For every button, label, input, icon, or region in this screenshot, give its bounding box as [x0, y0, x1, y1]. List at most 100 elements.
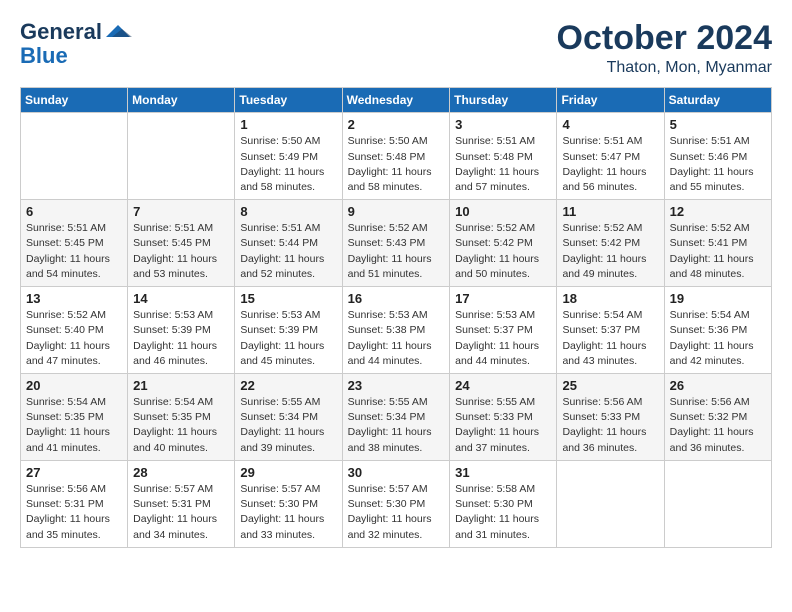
col-header-tuesday: Tuesday	[235, 88, 342, 113]
day-number: 3	[455, 117, 551, 132]
calendar-cell: 18 Sunrise: 5:54 AM Sunset: 5:37 PM Dayli…	[557, 287, 664, 374]
calendar-cell: 12Sunrise: 5:52 AM Sunset: 5:41 PM Dayli…	[664, 200, 771, 287]
title-area: October 2024 Thaton, Mon, Myanmar	[557, 20, 772, 77]
calendar-table: SundayMondayTuesdayWednesdayThursdayFrid…	[20, 87, 772, 547]
day-number: 25	[562, 378, 658, 393]
calendar-cell: 3 Sunrise: 5:51 AM Sunset: 5:48 PM Daylig…	[450, 113, 557, 200]
logo-blue-text: Blue	[20, 44, 68, 68]
col-header-thursday: Thursday	[450, 88, 557, 113]
day-info: Sunrise: 5:53 AM Sunset: 5:38 PM Dayligh…	[348, 308, 445, 369]
day-info: Sunrise: 5:53 AM Sunset: 5:39 PM Dayligh…	[240, 308, 336, 369]
day-info: Sunrise: 5:50 AM Sunset: 5:49 PM Dayligh…	[240, 134, 336, 195]
col-header-monday: Monday	[128, 88, 235, 113]
col-header-wednesday: Wednesday	[342, 88, 450, 113]
day-info: Sunrise: 5:55 AM Sunset: 5:34 PM Dayligh…	[348, 395, 445, 456]
day-number: 17	[455, 291, 551, 306]
day-number: 24	[455, 378, 551, 393]
day-info: Sunrise: 5:51 AM Sunset: 5:47 PM Dayligh…	[562, 134, 658, 195]
calendar-cell: 8 Sunrise: 5:51 AM Sunset: 5:44 PM Daylig…	[235, 200, 342, 287]
calendar-cell: 22 Sunrise: 5:55 AM Sunset: 5:34 PM Dayli…	[235, 374, 342, 461]
calendar-cell: 7 Sunrise: 5:51 AM Sunset: 5:45 PM Daylig…	[128, 200, 235, 287]
day-info: Sunrise: 5:57 AM Sunset: 5:31 PM Dayligh…	[133, 482, 229, 543]
day-number: 26	[670, 378, 766, 393]
day-info: Sunrise: 5:51 AM Sunset: 5:45 PM Dayligh…	[133, 221, 229, 282]
day-info: Sunrise: 5:55 AM Sunset: 5:34 PM Dayligh…	[240, 395, 336, 456]
day-number: 9	[348, 204, 445, 219]
calendar-cell: 29 Sunrise: 5:57 AM Sunset: 5:30 PM Dayli…	[235, 460, 342, 547]
day-number: 10	[455, 204, 551, 219]
calendar-cell: 10 Sunrise: 5:52 AM Sunset: 5:42 PM Dayli…	[450, 200, 557, 287]
day-info: Sunrise: 5:54 AM Sunset: 5:36 PM Dayligh…	[670, 308, 766, 369]
day-info: Sunrise: 5:50 AM Sunset: 5:48 PM Dayligh…	[348, 134, 445, 195]
day-number: 16	[348, 291, 445, 306]
calendar-cell: 19 Sunrise: 5:54 AM Sunset: 5:36 PM Dayli…	[664, 287, 771, 374]
day-number: 18	[562, 291, 658, 306]
calendar-cell: 15 Sunrise: 5:53 AM Sunset: 5:39 PM Dayli…	[235, 287, 342, 374]
day-number: 8	[240, 204, 336, 219]
calendar-cell: 2Sunrise: 5:50 AM Sunset: 5:48 PM Daylig…	[342, 113, 450, 200]
calendar-cell: 20 Sunrise: 5:54 AM Sunset: 5:35 PM Dayli…	[21, 374, 128, 461]
day-number: 6	[26, 204, 122, 219]
calendar-cell: 9 Sunrise: 5:52 AM Sunset: 5:43 PM Daylig…	[342, 200, 450, 287]
calendar-cell: 5 Sunrise: 5:51 AM Sunset: 5:46 PM Daylig…	[664, 113, 771, 200]
day-info: Sunrise: 5:52 AM Sunset: 5:42 PM Dayligh…	[455, 221, 551, 282]
calendar-cell: 6 Sunrise: 5:51 AM Sunset: 5:45 PM Daylig…	[21, 200, 128, 287]
day-info: Sunrise: 5:51 AM Sunset: 5:48 PM Dayligh…	[455, 134, 551, 195]
calendar-cell: 27 Sunrise: 5:56 AM Sunset: 5:31 PM Dayli…	[21, 460, 128, 547]
day-info: Sunrise: 5:58 AM Sunset: 5:30 PM Dayligh…	[455, 482, 551, 543]
day-info: Sunrise: 5:53 AM Sunset: 5:37 PM Dayligh…	[455, 308, 551, 369]
day-number: 23	[348, 378, 445, 393]
day-number: 5	[670, 117, 766, 132]
day-info: Sunrise: 5:54 AM Sunset: 5:37 PM Dayligh…	[562, 308, 658, 369]
day-number: 30	[348, 465, 445, 480]
day-number: 29	[240, 465, 336, 480]
day-info: Sunrise: 5:56 AM Sunset: 5:31 PM Dayligh…	[26, 482, 122, 543]
day-number: 4	[562, 117, 658, 132]
col-header-friday: Friday	[557, 88, 664, 113]
calendar-cell: 16 Sunrise: 5:53 AM Sunset: 5:38 PM Dayli…	[342, 287, 450, 374]
calendar-cell: 24 Sunrise: 5:55 AM Sunset: 5:33 PM Dayli…	[450, 374, 557, 461]
page-header: General Blue October 2024 Thaton, Mon, M…	[20, 20, 772, 77]
calendar-cell	[21, 113, 128, 200]
day-info: Sunrise: 5:57 AM Sunset: 5:30 PM Dayligh…	[348, 482, 445, 543]
calendar-cell	[664, 460, 771, 547]
calendar-cell: 1 Sunrise: 5:50 AM Sunset: 5:49 PM Daylig…	[235, 113, 342, 200]
day-number: 20	[26, 378, 122, 393]
day-number: 11	[562, 204, 658, 219]
month-title: October 2024	[557, 20, 772, 57]
day-info: Sunrise: 5:51 AM Sunset: 5:45 PM Dayligh…	[26, 221, 122, 282]
day-number: 28	[133, 465, 229, 480]
calendar-cell: 4 Sunrise: 5:51 AM Sunset: 5:47 PM Daylig…	[557, 113, 664, 200]
day-info: Sunrise: 5:52 AM Sunset: 5:41 PM Dayligh…	[670, 221, 766, 282]
logo-text: General	[20, 20, 102, 44]
day-number: 21	[133, 378, 229, 393]
day-number: 13	[26, 291, 122, 306]
calendar-cell: 13Sunrise: 5:52 AM Sunset: 5:40 PM Dayli…	[21, 287, 128, 374]
location-title: Thaton, Mon, Myanmar	[557, 59, 772, 77]
day-info: Sunrise: 5:57 AM Sunset: 5:30 PM Dayligh…	[240, 482, 336, 543]
day-info: Sunrise: 5:54 AM Sunset: 5:35 PM Dayligh…	[133, 395, 229, 456]
logo-icon	[102, 23, 134, 41]
day-info: Sunrise: 5:56 AM Sunset: 5:32 PM Dayligh…	[670, 395, 766, 456]
calendar-cell: 31 Sunrise: 5:58 AM Sunset: 5:30 PM Dayli…	[450, 460, 557, 547]
day-number: 27	[26, 465, 122, 480]
calendar-cell: 17 Sunrise: 5:53 AM Sunset: 5:37 PM Dayli…	[450, 287, 557, 374]
day-number: 15	[240, 291, 336, 306]
day-info: Sunrise: 5:52 AM Sunset: 5:43 PM Dayligh…	[348, 221, 445, 282]
day-info: Sunrise: 5:51 AM Sunset: 5:44 PM Dayligh…	[240, 221, 336, 282]
day-info: Sunrise: 5:54 AM Sunset: 5:35 PM Dayligh…	[26, 395, 122, 456]
day-number: 1	[240, 117, 336, 132]
day-info: Sunrise: 5:51 AM Sunset: 5:46 PM Dayligh…	[670, 134, 766, 195]
day-info: Sunrise: 5:56 AM Sunset: 5:33 PM Dayligh…	[562, 395, 658, 456]
day-number: 14	[133, 291, 229, 306]
day-number: 7	[133, 204, 229, 219]
day-number: 31	[455, 465, 551, 480]
logo: General Blue	[20, 20, 134, 68]
calendar-cell: 21 Sunrise: 5:54 AM Sunset: 5:35 PM Dayli…	[128, 374, 235, 461]
day-number: 22	[240, 378, 336, 393]
calendar-cell: 26 Sunrise: 5:56 AM Sunset: 5:32 PM Dayli…	[664, 374, 771, 461]
day-info: Sunrise: 5:55 AM Sunset: 5:33 PM Dayligh…	[455, 395, 551, 456]
day-number: 19	[670, 291, 766, 306]
day-info: Sunrise: 5:53 AM Sunset: 5:39 PM Dayligh…	[133, 308, 229, 369]
calendar-cell: 28 Sunrise: 5:57 AM Sunset: 5:31 PM Dayli…	[128, 460, 235, 547]
